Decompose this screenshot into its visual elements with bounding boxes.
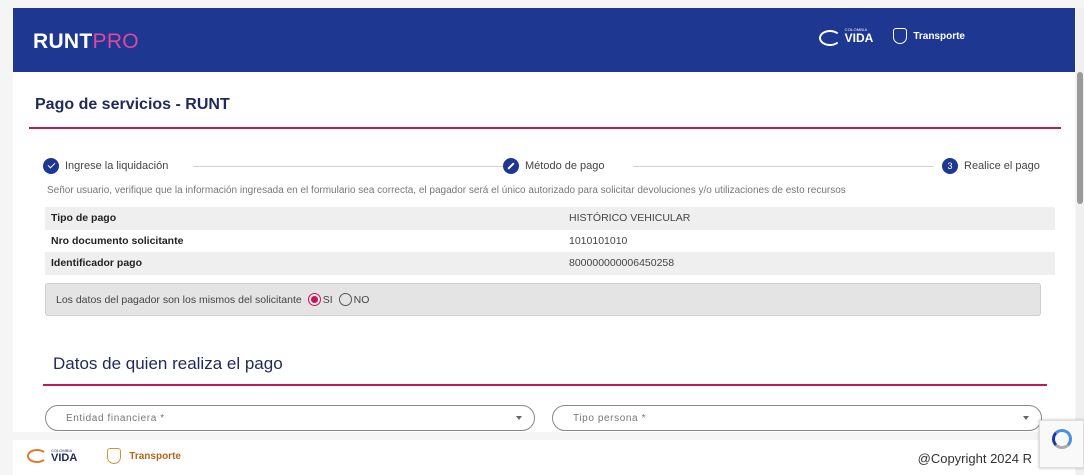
entidad-financiera-placeholder: Entidad financiera * bbox=[66, 412, 165, 424]
vida-mark-icon bbox=[818, 28, 841, 46]
header-logos: COLOMBIA VIDA Transporte bbox=[818, 28, 965, 46]
step-1[interactable]: Ingrese la liquidación bbox=[43, 158, 177, 174]
chevron-down-icon bbox=[1023, 416, 1029, 420]
step-2[interactable]: Método de pago bbox=[503, 158, 613, 174]
step-3[interactable]: 3 Realice el pago bbox=[936, 158, 1040, 174]
brand-main: RUNT bbox=[33, 30, 93, 53]
pencil-icon bbox=[503, 158, 519, 174]
radio-no-label: NO bbox=[353, 293, 370, 306]
radio-option-si[interactable]: SI bbox=[307, 293, 333, 306]
row-label: Nro documento solicitante bbox=[51, 234, 184, 247]
top-header: RUNTPRO COLOMBIA VIDA Transporte bbox=[13, 8, 1075, 72]
tipo-persona-placeholder: Tipo persona * bbox=[573, 412, 647, 424]
title-divider bbox=[29, 127, 1061, 129]
stepper-line-1 bbox=[193, 166, 508, 167]
radio-no[interactable] bbox=[338, 293, 352, 306]
footer-transporte-text: Transporte bbox=[129, 450, 181, 462]
shield-icon bbox=[107, 448, 122, 464]
radio-si-label: SI bbox=[322, 293, 333, 306]
row-label: Tipo de pago bbox=[51, 212, 117, 225]
table-row: Identificador pago 800000000006450258 bbox=[45, 252, 1055, 275]
payment-stepper: Ingrese la liquidación Método de pago 3 … bbox=[43, 158, 1055, 174]
table-row: Tipo de pago HISTÓRICO VEHICULAR bbox=[45, 207, 1055, 230]
footer-colombia-vida-logo: COLOMBIA VIDA bbox=[27, 448, 78, 464]
table-row: Nro documento solicitante 1010101010 bbox=[45, 229, 1055, 252]
payer-question: Los datos del pagador son los mismos del… bbox=[56, 293, 302, 306]
colombia-vida-logo: COLOMBIA VIDA bbox=[818, 28, 874, 46]
transporte-text: Transporte bbox=[913, 30, 965, 42]
vida-text: VIDA bbox=[844, 31, 874, 45]
chevron-down-icon bbox=[516, 416, 522, 420]
scrollbar-thumb[interactable] bbox=[1077, 72, 1083, 204]
transporte-logo: Transporte bbox=[893, 28, 965, 44]
tipo-persona-select[interactable]: Tipo persona * bbox=[552, 405, 1042, 431]
shield-icon bbox=[893, 28, 908, 44]
payment-info-table: Tipo de pago HISTÓRICO VEHICULAR Nro doc… bbox=[45, 207, 1055, 275]
footer-vida-text: VIDA bbox=[51, 451, 78, 464]
page-title: Pago de servicios - RUNT bbox=[35, 96, 230, 113]
stepper-line-2 bbox=[633, 166, 933, 167]
recaptcha-badge[interactable] bbox=[1039, 420, 1084, 468]
section-title: Datos de quien realiza el pago bbox=[53, 354, 283, 373]
copyright-text: @Copyright 2024 R bbox=[917, 451, 1032, 466]
verification-notice: Señor usuario, verifique que la informac… bbox=[47, 185, 846, 196]
runtpro-logo[interactable]: RUNTPRO bbox=[33, 30, 139, 54]
vida-mark-icon bbox=[27, 449, 47, 463]
main-card: Pago de servicios - RUNT Ingrese la liqu… bbox=[13, 72, 1075, 432]
row-label: Identificador pago bbox=[51, 257, 143, 270]
step-3-label: Realice el pago bbox=[964, 160, 1040, 172]
recaptcha-icon bbox=[1052, 429, 1072, 449]
step-2-label: Método de pago bbox=[525, 160, 605, 172]
radio-si[interactable] bbox=[307, 293, 321, 306]
row-value: 800000000006450258 bbox=[569, 257, 675, 270]
step-3-number: 3 bbox=[942, 158, 958, 174]
brand-sub: PRO bbox=[92, 30, 139, 53]
radio-option-no[interactable]: NO bbox=[338, 293, 370, 306]
footer-logos: COLOMBIA VIDA Transporte bbox=[27, 448, 181, 464]
row-value: HISTÓRICO VEHICULAR bbox=[569, 212, 691, 225]
footer-transporte-logo: Transporte bbox=[107, 448, 181, 464]
payer-same-as-requester: Los datos del pagador son los mismos del… bbox=[45, 283, 1041, 316]
row-value: 1010101010 bbox=[569, 234, 628, 247]
check-icon bbox=[43, 158, 59, 174]
footer: COLOMBIA VIDA Transporte @Copyright 2024… bbox=[13, 440, 1075, 475]
section-divider bbox=[43, 384, 1047, 386]
step-1-label: Ingrese la liquidación bbox=[65, 160, 169, 172]
entidad-financiera-select[interactable]: Entidad financiera * bbox=[45, 405, 535, 431]
